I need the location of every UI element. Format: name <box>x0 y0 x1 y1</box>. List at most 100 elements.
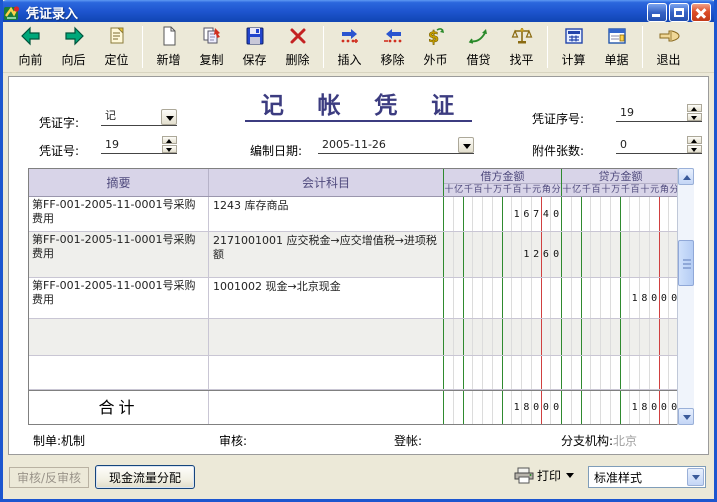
print-style-select[interactable]: 标准样式 <box>588 466 706 488</box>
summary-cell[interactable]: 第FF-001-2005-11-0001号采购费用 <box>29 197 209 231</box>
digit-cell <box>473 197 483 231</box>
account-cell[interactable] <box>209 356 444 389</box>
credit-amount-cell[interactable] <box>562 356 679 389</box>
digit-cell <box>660 356 670 389</box>
spinner-icon[interactable] <box>687 136 702 153</box>
summary-cell[interactable]: 第FF-001-2005-11-0001号采购费用 <box>29 232 209 277</box>
voucher-no-stepper[interactable]: 19 <box>101 136 177 154</box>
currency-icon: $ <box>426 26 446 50</box>
minimize-button[interactable] <box>647 3 667 22</box>
arrow-right-icon <box>63 26 85 50</box>
account-cell[interactable] <box>209 319 444 355</box>
digit-cell <box>503 278 513 318</box>
digit-cell <box>503 356 513 389</box>
digit-cell <box>582 356 592 389</box>
digit-cell <box>582 232 592 277</box>
toolbar-button-exit[interactable]: 退出 <box>647 25 690 70</box>
digit-cell <box>483 319 493 355</box>
chevron-down-icon[interactable] <box>161 108 177 125</box>
scroll-up-icon[interactable] <box>678 168 694 185</box>
date-select[interactable]: 2005-11-26 <box>318 136 474 154</box>
digit-cell <box>601 232 611 277</box>
spinner-icon[interactable] <box>687 104 702 121</box>
copy-icon <box>201 26 223 50</box>
close-button[interactable] <box>691 3 711 22</box>
toolbar-button-calculate[interactable]: 计算 <box>552 25 595 70</box>
digit-cell: 0 <box>650 391 660 424</box>
toolbar-button-label: 借贷 <box>466 53 491 67</box>
print-button[interactable]: 打印 <box>514 467 574 484</box>
digit-cell <box>551 278 561 318</box>
account-cell[interactable]: 1243 库存商品 <box>209 197 444 231</box>
summary-cell[interactable] <box>29 356 209 389</box>
digit-cell: 2 <box>532 232 542 277</box>
credit-amount-cell[interactable] <box>562 319 679 355</box>
digit-cell <box>562 356 572 389</box>
toolbar-button-locate[interactable]: 定位 <box>95 25 138 70</box>
digit-column-label: 十 <box>562 185 572 195</box>
debit-amount-cell[interactable]: 16740 <box>444 197 562 231</box>
toolbar-button-balance[interactable]: 找平 <box>500 25 543 70</box>
digit-cell <box>630 197 640 231</box>
branch: 分支机构:北京 <box>561 434 638 448</box>
toolbar-button-foreign-currency[interactable]: $ 外币 <box>414 25 457 70</box>
toolbar-button-document[interactable]: 单据 <box>595 25 638 70</box>
summary-cell[interactable]: 第FF-001-2005-11-0001号采购费用 <box>29 278 209 318</box>
maximize-button[interactable] <box>669 3 689 22</box>
credit-amount-cell[interactable]: 18000 <box>562 278 679 318</box>
summary-cell[interactable] <box>29 319 209 355</box>
sequence-stepper[interactable]: 19 <box>616 104 702 122</box>
credit-amount-cell[interactable] <box>562 197 679 231</box>
digit-cell <box>630 356 640 389</box>
toolbar-button-prev[interactable]: 向前 <box>9 25 52 70</box>
account-cell[interactable]: 1001002 现金→北京现金 <box>209 278 444 318</box>
digit-cell <box>611 356 621 389</box>
voucher-word-select[interactable]: 记 <box>101 108 177 126</box>
toolbar-button-debit-credit[interactable]: 借贷 <box>457 25 500 70</box>
digit-cell <box>473 319 483 355</box>
debit-amount-cell[interactable] <box>444 356 562 389</box>
total-label: 合计 <box>29 391 209 424</box>
spinner-icon[interactable] <box>162 136 177 153</box>
chevron-down-icon[interactable] <box>458 136 474 153</box>
credit-amount-cell[interactable] <box>562 232 679 277</box>
audit-unaudit-button[interactable]: 审核/反审核 <box>9 467 89 488</box>
app-icon <box>4 5 20 20</box>
digit-cell: 6 <box>522 197 532 231</box>
toolbar-button-label: 保存 <box>242 53 267 67</box>
digit-cell: 0 <box>660 278 670 318</box>
scrollbar-thumb[interactable] <box>678 240 694 286</box>
table-row <box>29 356 693 390</box>
debit-amount-cell[interactable] <box>444 319 562 355</box>
toolbar-button-label: 向后 <box>61 53 86 67</box>
toolbar-button-insert[interactable]: 插入 <box>328 25 371 70</box>
date-label: 编制日期: <box>250 144 303 158</box>
account-cell[interactable]: 2171001001 应交税金→应交增值税→进项税额 <box>209 232 444 277</box>
digit-cell <box>542 278 552 318</box>
printer-icon <box>514 467 534 484</box>
attachments-stepper[interactable]: 0 <box>616 136 702 154</box>
debit-amount-cell[interactable]: 1260 <box>444 232 562 277</box>
vertical-scrollbar[interactable] <box>677 168 694 425</box>
toolbar-button-new[interactable]: 新增 <box>147 25 190 70</box>
debit-amount-cell[interactable] <box>444 278 562 318</box>
cashflow-allocation-button[interactable]: 现金流量分配 <box>95 465 195 489</box>
digit-cell <box>660 319 670 355</box>
digit-column-label: 元 <box>532 185 542 195</box>
digit-cell <box>601 278 611 318</box>
toolbar-button-save[interactable]: 保存 <box>233 25 276 70</box>
digit-cell <box>650 197 660 231</box>
toolbar-button-copy[interactable]: 复制 <box>190 25 233 70</box>
scroll-down-icon[interactable] <box>678 408 694 425</box>
toolbar-button-delete[interactable]: 删除 <box>276 25 319 70</box>
digit-cell <box>572 356 582 389</box>
chevron-down-icon[interactable] <box>687 468 704 486</box>
toolbar-button-remove[interactable]: 移除 <box>371 25 414 70</box>
digit-cell: 7 <box>532 197 542 231</box>
digit-cell <box>522 278 532 318</box>
digit-cell: 0 <box>553 249 560 260</box>
toolbar-button-next[interactable]: 向后 <box>52 25 95 70</box>
digit-cell: 0 <box>542 391 552 424</box>
document-icon <box>607 26 627 50</box>
digit-cell <box>444 232 454 277</box>
